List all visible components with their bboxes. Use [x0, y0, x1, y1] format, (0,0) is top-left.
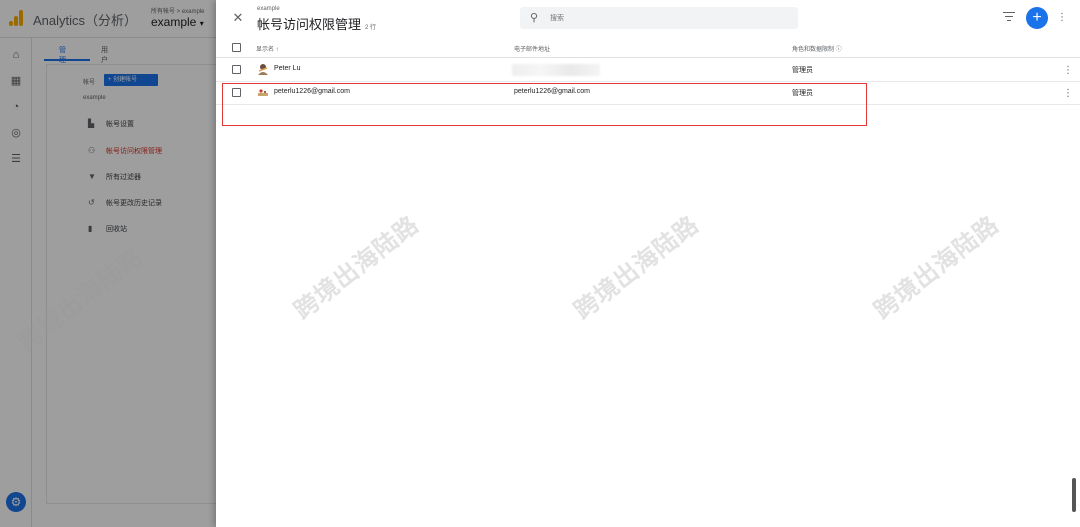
search-input[interactable] [550, 11, 780, 25]
close-icon[interactable]: ✕ [230, 10, 246, 26]
column-header-email[interactable]: 电子邮件地址 [514, 44, 550, 53]
column-header-name[interactable]: 显示名 ↑ [256, 44, 279, 53]
row-checkbox[interactable] [232, 65, 241, 74]
user-email: peterlu1226@gmail.com [514, 88, 590, 95]
page-title: 帐号访问权限管理 2 行 [257, 14, 376, 33]
user-role: 管理员 [792, 67, 813, 74]
scrollbar-thumb[interactable] [1072, 478, 1076, 512]
row-more-vert-icon[interactable]: ⋮ [1063, 88, 1073, 99]
access-management-panel: ✕ example 帐号访问权限管理2 行 ⚲ + ⋮ 显示名 ↑ 电子邮件地址… [216, 0, 1080, 527]
avatar [258, 64, 268, 75]
avatar [258, 89, 268, 96]
search-bar[interactable]: ⚲ [520, 7, 798, 29]
panel-account-name: example [257, 6, 280, 12]
user-display-name: Peter Lu [274, 65, 301, 72]
table-row[interactable]: peterlu1226@gmail.com peterlu1226@gmail.… [216, 82, 1080, 105]
select-all-checkbox[interactable] [232, 43, 241, 52]
redacted-email [512, 64, 600, 76]
row-count-badge: 2 行 [365, 25, 377, 31]
modal-scrim[interactable] [0, 0, 216, 527]
table-header: 显示名 ↑ 电子邮件地址 角色和数据限制 ⓘ [216, 38, 1080, 58]
search-icon: ⚲ [530, 12, 539, 24]
user-display-name: peterlu1226@gmail.com [274, 88, 350, 95]
panel-title-text: 帐号访问权限管理 [257, 17, 362, 32]
row-more-vert-icon[interactable]: ⋮ [1063, 65, 1073, 76]
table-row[interactable]: Peter Lu 管理员 ⋮ [216, 59, 1080, 82]
row-checkbox[interactable] [232, 88, 241, 97]
more-vert-icon[interactable]: ⋮ [1057, 12, 1067, 23]
column-header-role[interactable]: 角色和数据限制 ⓘ [792, 44, 842, 53]
user-role: 管理员 [792, 90, 813, 97]
add-user-button[interactable]: + [1026, 7, 1048, 29]
filter-list-icon[interactable] [1003, 12, 1015, 22]
